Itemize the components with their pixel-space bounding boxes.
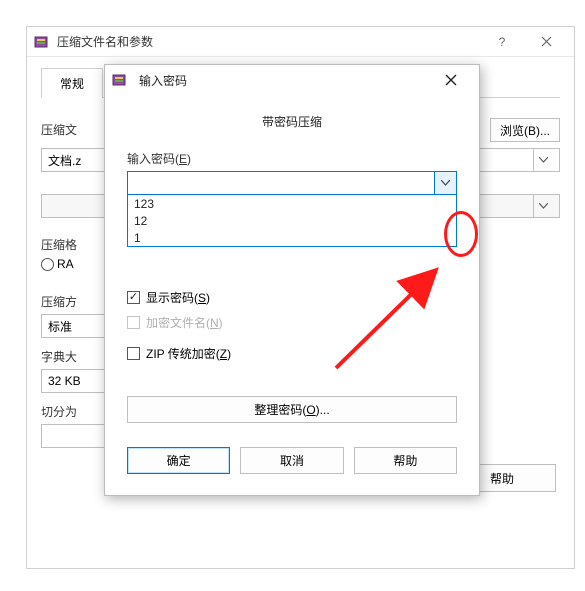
method-select[interactable]: 标准 xyxy=(41,314,111,338)
help-button[interactable]: 帮助 xyxy=(354,447,457,474)
checkbox-icon xyxy=(127,316,140,329)
method-label: 压缩方 xyxy=(41,293,111,310)
parent-title: 压缩文件名和参数 xyxy=(57,33,153,50)
enter-password-label: 输入密码(E) xyxy=(127,150,457,167)
chevron-down-icon[interactable] xyxy=(533,149,553,171)
chevron-down-icon[interactable] xyxy=(533,195,553,217)
encrypt-filenames-checkbox: 加密文件名(N) xyxy=(127,314,457,331)
list-item[interactable]: 123 xyxy=(128,195,456,212)
password-combobox: 123 12 1 xyxy=(127,171,457,247)
organize-passwords-button[interactable]: 整理密码(O)... xyxy=(127,396,457,423)
list-item[interactable]: 1 xyxy=(128,229,456,246)
dict-label: 字典大 xyxy=(41,348,111,365)
checkbox-icon xyxy=(127,347,140,360)
split-label: 切分为 xyxy=(41,403,111,420)
show-password-checkbox[interactable]: 显示密码(S) xyxy=(127,289,457,306)
password-dropdown-button[interactable] xyxy=(434,172,456,194)
password-dialog: 输入密码 带密码压缩 输入密码(E) 123 12 1 显示密 xyxy=(104,64,480,496)
close-parent-button[interactable] xyxy=(524,28,568,56)
password-dialog-title: 输入密码 xyxy=(139,72,187,89)
browse-button[interactable]: 浏览(B)... xyxy=(490,118,560,142)
dict-select[interactable]: 32 KB xyxy=(41,369,111,393)
password-header: 带密码压缩 xyxy=(105,113,479,130)
password-dropdown-list: 123 12 1 xyxy=(127,195,457,247)
password-button-row: 确定 取消 帮助 xyxy=(127,447,457,474)
parent-titlebar: 压缩文件名和参数 ? xyxy=(27,27,574,57)
ok-button[interactable]: 确定 xyxy=(127,447,230,474)
password-titlebar: 输入密码 xyxy=(105,65,479,95)
format-rar-radio[interactable]: RA xyxy=(41,257,111,271)
tab-general[interactable]: 常规 xyxy=(41,68,103,98)
cancel-button[interactable]: 取消 xyxy=(240,447,343,474)
zip-legacy-checkbox[interactable]: ZIP 传统加密(Z) xyxy=(127,345,457,362)
split-input[interactable] xyxy=(41,424,111,448)
close-button[interactable] xyxy=(429,66,473,94)
list-item[interactable]: 12 xyxy=(128,212,456,229)
winrar-icon xyxy=(111,72,127,88)
help-button[interactable]: ? xyxy=(480,28,524,56)
password-input[interactable] xyxy=(127,171,457,195)
checkbox-icon xyxy=(127,291,140,304)
profile-bar[interactable] xyxy=(41,194,111,218)
format-label: 压缩格 xyxy=(41,236,111,253)
winrar-icon xyxy=(33,34,49,50)
